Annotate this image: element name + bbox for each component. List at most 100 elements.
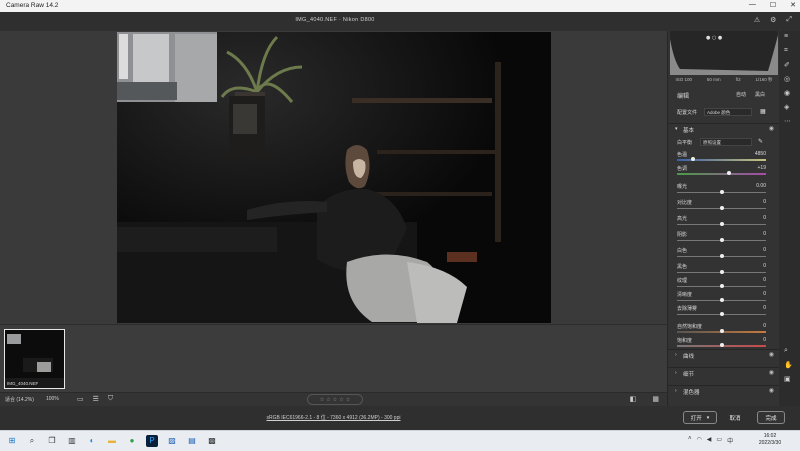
chevron-down-icon[interactable]: ▾ <box>707 415 710 421</box>
alert-icon[interactable]: ⚠ <box>754 16 760 24</box>
photoshop-icon[interactable]: P <box>146 435 158 447</box>
clarity-slider-handle[interactable] <box>719 298 724 302</box>
contrast-slider[interactable] <box>677 206 766 210</box>
chrome-icon[interactable]: ● <box>126 435 138 447</box>
shadows-value[interactable]: 0 <box>748 231 766 237</box>
maximize-button[interactable]: ☐ <box>770 1 776 9</box>
more-tools-icon[interactable]: ⋯ <box>784 117 791 125</box>
highlights-value[interactable]: 0 <box>748 215 766 221</box>
battery-icon[interactable]: ▭ <box>716 436 722 445</box>
texture-value[interactable]: 0 <box>748 277 766 283</box>
saturation-slider-handle[interactable] <box>719 343 724 347</box>
white-balance-select[interactable]: 原照设置 <box>700 138 752 146</box>
windows-start-icon[interactable]: ⊞ <box>6 435 18 447</box>
vibrance-value[interactable]: 0 <box>748 323 766 329</box>
contrast-slider-handle[interactable] <box>719 206 724 210</box>
auto-button[interactable]: 自动 <box>736 91 746 98</box>
temperature-slider-handle[interactable] <box>691 157 696 161</box>
clarity-value[interactable]: 0 <box>748 291 766 297</box>
edge-browser-icon[interactable]: ◐ <box>86 435 98 447</box>
visibility-icon[interactable]: ◉ <box>769 369 774 376</box>
photo-preview[interactable] <box>117 32 551 323</box>
filmstrip-toggle-icon[interactable]: ▭ <box>77 395 84 403</box>
shadows-slider[interactable] <box>677 238 766 242</box>
saturation-value[interactable]: 0 <box>748 337 766 343</box>
highlights-slider[interactable] <box>677 222 766 226</box>
image-canvas[interactable] <box>0 31 667 324</box>
filter-icon[interactable]: ⛉ <box>108 395 113 403</box>
input-method-icon[interactable]: 中 <box>727 436 733 445</box>
temperature-slider[interactable] <box>677 157 766 161</box>
eyedropper-icon[interactable]: ✎ <box>758 138 763 145</box>
star-rating[interactable]: ☆ ☆ ☆ ☆ ☆ <box>307 394 363 405</box>
toggle-overlay-icon[interactable]: ▣ <box>784 375 791 383</box>
network-icon[interactable]: ◠ <box>697 436 702 445</box>
search-icon[interactable]: ⌕ <box>26 435 38 447</box>
vibrance-slider[interactable] <box>677 329 766 333</box>
tint-value[interactable]: +19 <box>748 165 766 171</box>
before-after-icon[interactable]: ▦ <box>652 395 659 403</box>
blacks-slider-handle[interactable] <box>719 270 724 274</box>
saturation-slider[interactable] <box>677 343 766 347</box>
curve-section-header[interactable]: › 曲线 ◉ <box>668 349 780 360</box>
edit-tool-icon[interactable]: ≡ <box>784 33 788 40</box>
black-white-button[interactable]: 黑白 <box>755 91 765 98</box>
hand-tool-icon[interactable]: ✋ <box>784 361 793 369</box>
app-icon[interactable]: ▩ <box>206 435 218 447</box>
contrast-value[interactable]: 0 <box>748 199 766 205</box>
done-button[interactable]: 完成 <box>757 411 785 424</box>
word-app-icon[interactable]: ▤ <box>186 435 198 447</box>
blacks-value[interactable]: 0 <box>748 263 766 269</box>
dehaze-slider-handle[interactable] <box>719 312 724 316</box>
shadows-slider-handle[interactable] <box>719 238 724 242</box>
highlights-slider-handle[interactable] <box>719 222 724 226</box>
whites-value[interactable]: 0 <box>748 247 766 253</box>
star-icon[interactable]: ☆ <box>326 397 330 403</box>
red-eye-tool-icon[interactable]: ◉ <box>784 89 790 97</box>
task-view-icon[interactable]: ❐ <box>46 435 58 447</box>
close-button[interactable]: ✕ <box>790 1 796 9</box>
dehaze-value[interactable]: 0 <box>748 305 766 311</box>
exposure-slider[interactable] <box>677 190 766 194</box>
star-icon[interactable]: ☆ <box>339 397 343 403</box>
exposure-slider-handle[interactable] <box>719 190 724 194</box>
open-button[interactable]: 打开 ▾ <box>683 411 717 424</box>
minimize-button[interactable]: — <box>749 1 756 9</box>
zoom-tool-icon[interactable]: ⌕ <box>784 347 788 355</box>
profile-browser-icon[interactable]: ▦ <box>760 108 766 115</box>
zoom-value-selector[interactable]: 100% <box>46 396 59 402</box>
star-icon[interactable]: ☆ <box>320 397 324 403</box>
vibrance-slider-handle[interactable] <box>719 329 724 333</box>
color-mixer-section-header[interactable]: › 混色器 ◉ <box>668 385 780 396</box>
expand-icon[interactable]: ⤢ <box>786 16 792 24</box>
masking-tool-icon[interactable]: ◎ <box>784 75 790 83</box>
sort-icon[interactable]: ☰ <box>93 395 99 403</box>
whites-slider-handle[interactable] <box>719 254 724 258</box>
file-explorer-icon[interactable]: ▬ <box>106 435 118 447</box>
clarity-slider[interactable] <box>677 298 766 302</box>
basic-section-header[interactable]: ▾ 基本 ◉ <box>668 123 780 134</box>
volume-icon[interactable]: ◀ <box>707 436 712 445</box>
crop-tool-icon[interactable]: ⌗ <box>784 47 788 55</box>
dehaze-slider[interactable] <box>677 312 766 316</box>
system-clock[interactable]: 16:02 2022/3/30 <box>752 433 788 447</box>
compare-view-icon[interactable]: ◧ <box>630 395 637 403</box>
tint-slider[interactable] <box>677 171 766 175</box>
texture-slider[interactable] <box>677 284 766 288</box>
visibility-icon[interactable]: ◉ <box>769 351 774 358</box>
exposure-value[interactable]: 0.00 <box>748 183 766 189</box>
texture-slider-handle[interactable] <box>719 284 724 288</box>
healing-tool-icon[interactable]: ✐ <box>784 61 790 69</box>
visibility-icon[interactable]: ◉ <box>769 387 774 394</box>
photos-app-icon[interactable]: ▨ <box>166 435 178 447</box>
blacks-slider[interactable] <box>677 270 766 274</box>
tint-slider-handle[interactable] <box>726 171 731 175</box>
filmstrip-thumbnail[interactable]: IMG_4040.NEF <box>4 329 65 389</box>
workflow-options-link[interactable]: sRGB IEC61966-2.1 - 8 位 - 7360 x 4912 (3… <box>0 414 667 421</box>
settings-icon[interactable]: ⚙ <box>770 16 776 24</box>
temperature-value[interactable]: 4850 <box>748 151 766 157</box>
star-icon[interactable]: ☆ <box>333 397 337 403</box>
chevron-up-icon[interactable]: ˄ <box>688 436 692 445</box>
whites-slider[interactable] <box>677 254 766 258</box>
star-icon[interactable]: ☆ <box>346 397 350 403</box>
